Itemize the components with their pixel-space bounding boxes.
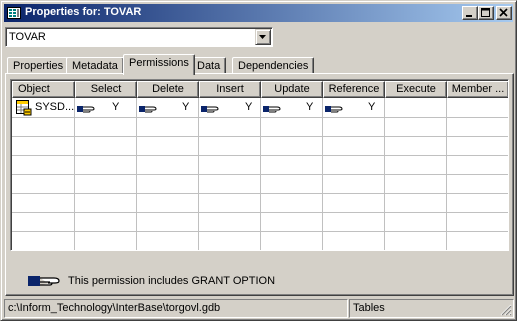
system-table-icon (16, 100, 32, 116)
permission-cell-delete[interactable]: Y (137, 99, 198, 116)
status-path: c:\Inform_Technology\InterBase\torgovl.g… (4, 299, 348, 318)
permission-cell-member[interactable] (447, 99, 508, 116)
grid-line (12, 193, 508, 194)
column-header-member[interactable]: Member ... (447, 81, 508, 98)
permission-cell-execute[interactable] (385, 99, 446, 116)
column-header-label: Object (18, 83, 50, 95)
column-header-label: Update (274, 83, 310, 95)
minimize-button[interactable] (462, 6, 478, 20)
tab-label: Properties (13, 60, 64, 72)
column-header-insert[interactable]: Insert (199, 81, 261, 98)
object-selector-dropdown-button[interactable] (255, 29, 271, 45)
database-app-icon (7, 7, 21, 19)
minimize-icon (466, 15, 472, 17)
tab-metadata[interactable]: Metadata (66, 57, 124, 74)
column-header-label: Reference (328, 83, 380, 95)
status-section: Tables (349, 299, 514, 318)
permission-value: Y (112, 101, 120, 113)
grid-line (12, 136, 508, 137)
grant-option-hand-icon (263, 106, 281, 113)
grant-option-hand-icon (77, 106, 95, 113)
object-selector[interactable]: TOVAR (5, 27, 273, 47)
properties-window: Properties for: TOVAR TOVAR Properties M… (0, 0, 517, 321)
grant-option-hand-icon (28, 276, 60, 286)
maximize-icon (481, 8, 490, 17)
permission-cell-select[interactable]: Y (75, 99, 136, 116)
permission-value: Y (182, 101, 190, 113)
permission-value: Y (306, 101, 314, 113)
close-icon (499, 8, 508, 17)
grant-option-hand-icon (325, 106, 343, 113)
column-header-reference[interactable]: Reference (323, 81, 385, 98)
tab-data[interactable]: Data (191, 57, 227, 74)
tab-label: Data (197, 60, 221, 72)
resize-grip-icon[interactable] (500, 304, 512, 316)
grid-line (12, 231, 508, 232)
tab-properties[interactable]: Properties (7, 57, 70, 74)
chevron-down-icon (259, 35, 266, 39)
grant-option-hand-icon (139, 106, 157, 113)
legend-text: This permission includes GRANT OPTION (68, 275, 276, 287)
permissions-panel: Object Select Delete Insert Update Refer… (5, 73, 514, 296)
tab-label: Metadata (72, 60, 118, 72)
permission-cell-reference[interactable]: Y (323, 99, 384, 116)
column-header-label: Delete (152, 83, 184, 95)
column-header-delete[interactable]: Delete (137, 81, 199, 98)
permission-cell-update[interactable]: Y (261, 99, 322, 116)
column-header-label: Select (90, 83, 122, 95)
grant-option-hand-icon (201, 106, 219, 113)
status-path-text: c:\Inform_Technology\InterBase\torgovl.g… (8, 302, 221, 314)
permissions-grid[interactable]: Object Select Delete Insert Update Refer… (10, 79, 509, 251)
maximize-button[interactable] (478, 6, 494, 20)
column-header-update[interactable]: Update (261, 81, 323, 98)
title-bar[interactable]: Properties for: TOVAR (4, 4, 513, 22)
column-header-label: Insert (216, 83, 244, 95)
tab-dependencies[interactable]: Dependencies (232, 57, 315, 74)
permission-value: Y (368, 101, 376, 113)
window-title: Properties for: TOVAR (25, 6, 142, 18)
tab-permissions[interactable]: Permissions (123, 54, 195, 75)
grid-line (12, 155, 508, 156)
column-header-label: Execute (396, 83, 436, 95)
column-header-label: Member ... (451, 83, 505, 95)
status-section-text: Tables (353, 302, 385, 314)
grid-line (12, 174, 508, 175)
grid-line (12, 212, 508, 213)
column-header-select[interactable]: Select (75, 81, 137, 98)
tab-label: Dependencies (238, 60, 309, 72)
grid-line (12, 117, 508, 118)
object-selector-value: TOVAR (9, 31, 46, 43)
permission-cell-insert[interactable]: Y (199, 99, 260, 116)
object-name: SYSD... (35, 101, 75, 113)
permission-value: Y (245, 101, 253, 113)
tab-label: Permissions (129, 57, 189, 69)
close-button[interactable] (496, 6, 512, 20)
column-header-object[interactable]: Object (12, 81, 75, 98)
table-row-object-cell[interactable]: SYSD... (12, 99, 74, 116)
column-header-execute[interactable]: Execute (385, 81, 447, 98)
